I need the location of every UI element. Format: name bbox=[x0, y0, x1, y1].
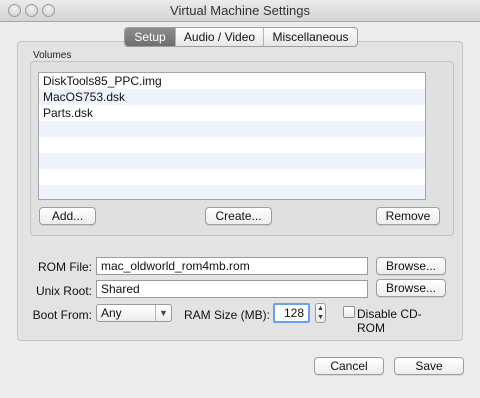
stepper-down-icon[interactable]: ▼ bbox=[316, 313, 325, 322]
rom-file-field[interactable]: mac_oldworld_rom4mb.rom bbox=[96, 257, 368, 275]
title-bar: Virtual Machine Settings bbox=[0, 0, 480, 22]
boot-from-value: Any bbox=[101, 306, 122, 320]
cancel-button[interactable]: Cancel bbox=[314, 357, 384, 375]
ram-size-field[interactable]: 128 bbox=[273, 303, 310, 323]
boot-from-label: Boot From: bbox=[32, 308, 92, 322]
rom-file-label: ROM File: bbox=[38, 260, 92, 274]
list-item[interactable]: MacOS753.dsk bbox=[39, 89, 425, 105]
chevron-down-icon: ▼ bbox=[155, 305, 171, 321]
list-item[interactable] bbox=[39, 153, 425, 169]
disable-cdrom-checkbox[interactable] bbox=[343, 306, 355, 318]
list-item[interactable] bbox=[39, 169, 425, 185]
stepper-up-icon[interactable]: ▲ bbox=[316, 304, 325, 313]
unix-root-browse-button[interactable]: Browse... bbox=[376, 279, 446, 297]
save-button[interactable]: Save bbox=[394, 357, 464, 375]
list-item[interactable]: DiskTools85_PPC.img bbox=[39, 73, 425, 89]
list-item[interactable] bbox=[39, 121, 425, 137]
rom-browse-button[interactable]: Browse... bbox=[376, 257, 446, 275]
unix-root-label: Unix Root: bbox=[35, 284, 92, 298]
remove-volume-button[interactable]: Remove bbox=[376, 207, 440, 225]
boot-from-select[interactable]: Any ▼ bbox=[96, 304, 172, 322]
add-volume-button[interactable]: Add... bbox=[39, 207, 96, 225]
list-item[interactable]: Parts.dsk bbox=[39, 105, 425, 121]
unix-root-field[interactable]: Shared bbox=[96, 280, 368, 298]
window-title: Virtual Machine Settings bbox=[170, 3, 310, 18]
tab-bar: Setup Audio / Video Miscellaneous bbox=[124, 27, 358, 47]
ram-size-stepper[interactable]: ▲ ▼ bbox=[315, 303, 326, 323]
create-volume-button[interactable]: Create... bbox=[205, 207, 272, 225]
tab-setup[interactable]: Setup bbox=[125, 28, 175, 46]
ram-size-label: RAM Size (MB): bbox=[183, 308, 270, 322]
tab-audio-video[interactable]: Audio / Video bbox=[175, 28, 263, 46]
disable-cdrom-label[interactable]: Disable CD-ROM bbox=[357, 307, 447, 335]
list-item[interactable] bbox=[39, 185, 425, 199]
list-item[interactable] bbox=[39, 137, 425, 153]
tab-miscellaneous[interactable]: Miscellaneous bbox=[263, 28, 357, 46]
volumes-group-label: Volumes bbox=[33, 50, 72, 61]
volumes-list[interactable]: DiskTools85_PPC.img MacOS753.dsk Parts.d… bbox=[38, 72, 426, 200]
